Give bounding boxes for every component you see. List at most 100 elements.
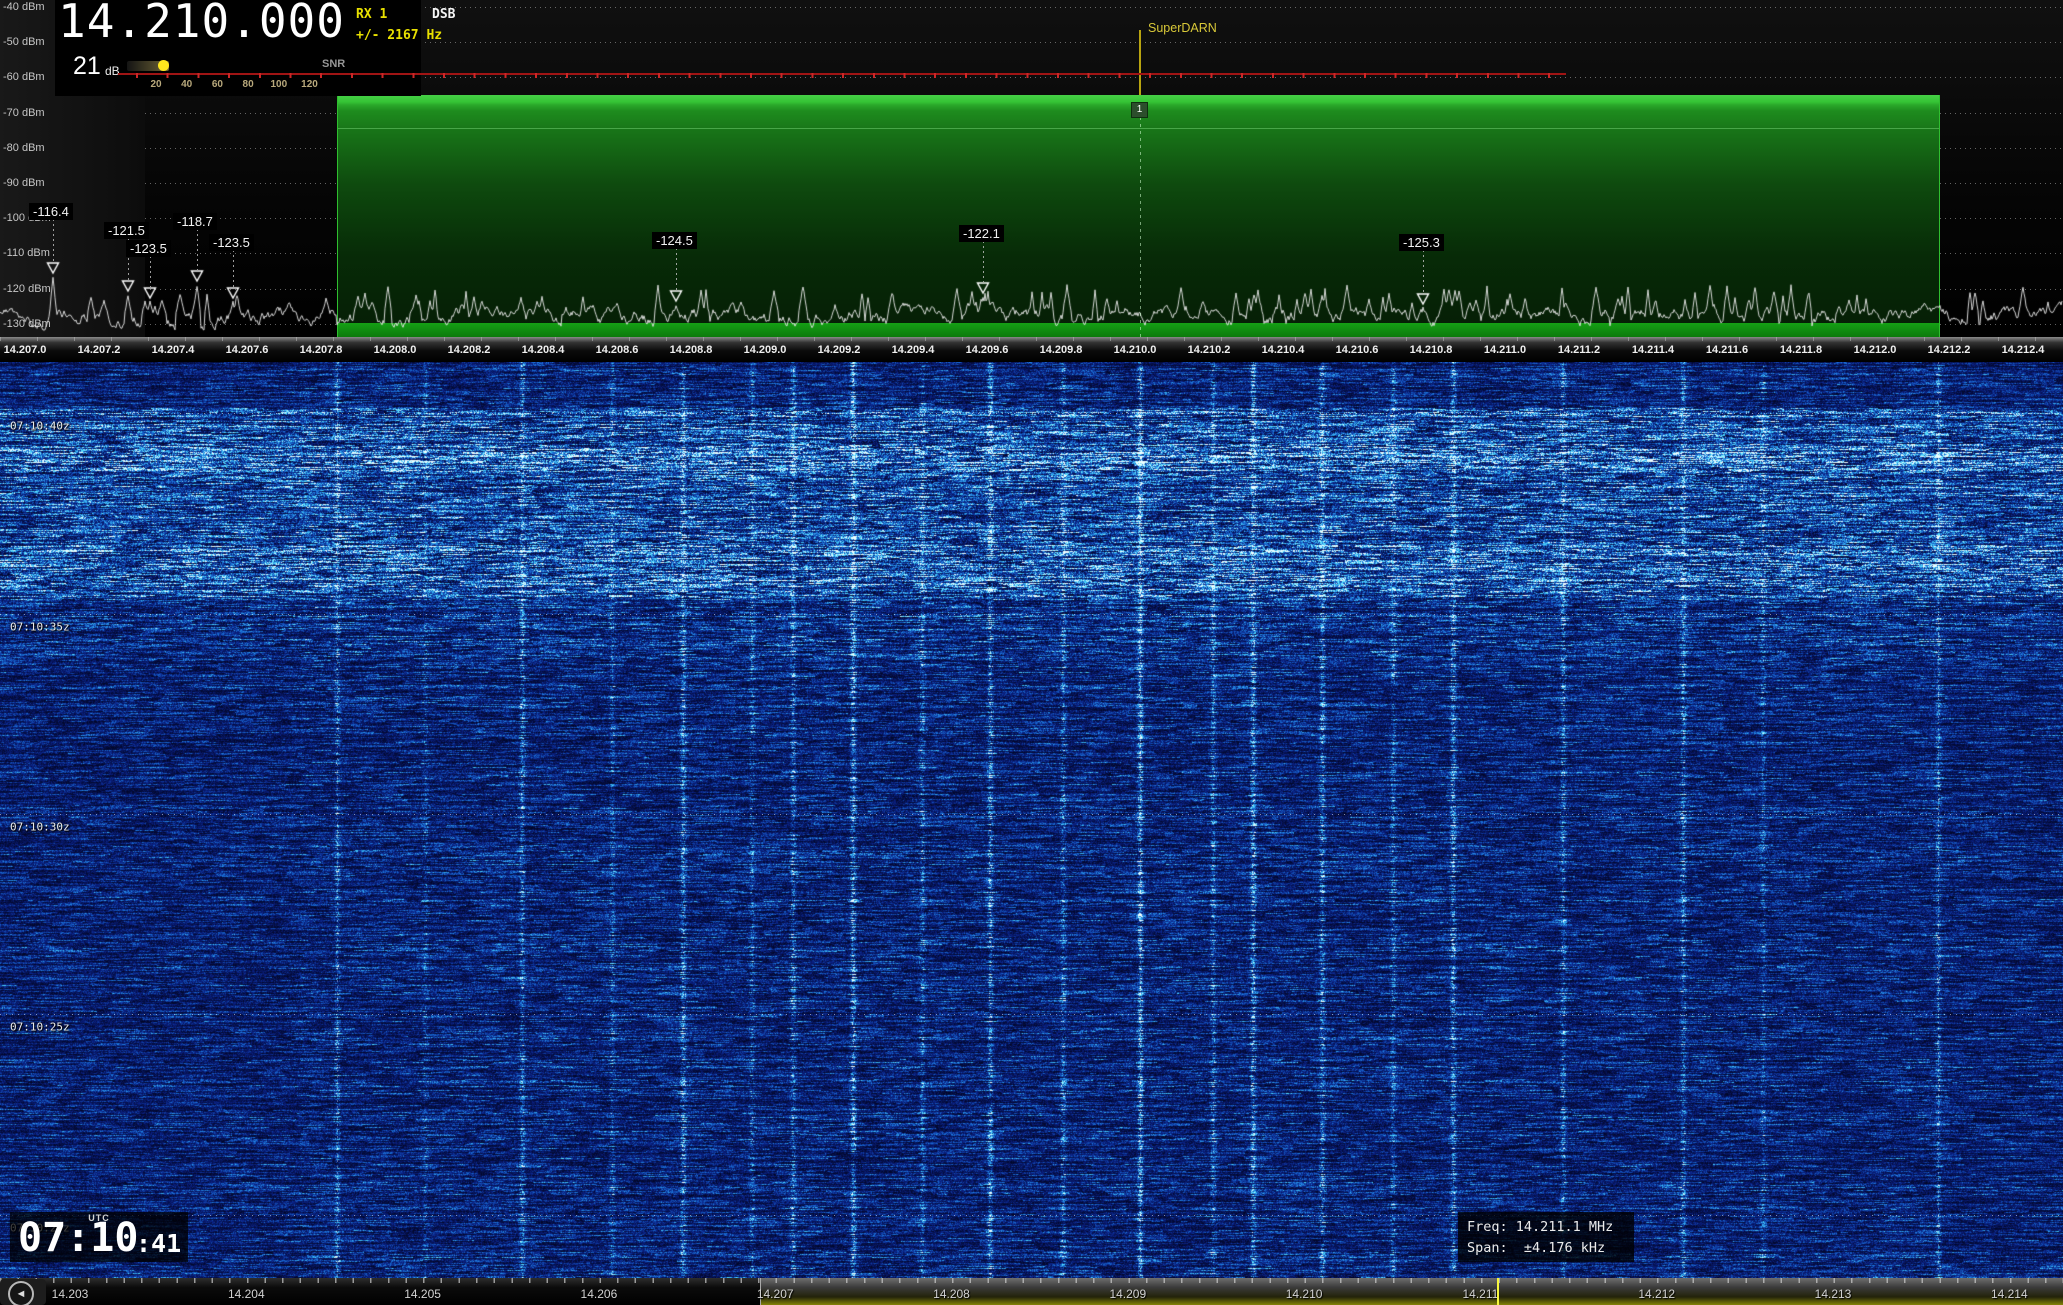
spectrum-display[interactable]: -40 dBm-50 dBm-60 dBm-70 dBm-80 dBm-90 d…	[0, 0, 2063, 337]
waterfall-time-label: 07:10:40z	[10, 420, 70, 433]
frequency-tick-label: 14.209.2	[818, 344, 861, 356]
rx-number-label[interactable]: RX 1	[356, 7, 387, 22]
band-frequency-label: 14.206	[581, 1287, 618, 1301]
frequency-tick-label: 14.212.2	[1928, 344, 1971, 356]
waterfall-dashed-vertical	[1938, 362, 1939, 1278]
snr-scale-number: 100	[269, 79, 289, 90]
peak-marker-line	[676, 248, 677, 290]
frequency-tick-label: 14.208.2	[448, 344, 491, 356]
peak-marker-line	[1423, 250, 1424, 293]
snr-scale-number: 80	[238, 79, 258, 90]
snr-label: SNR	[322, 58, 345, 70]
snr-scale-number: 20	[146, 79, 166, 90]
clock-seconds: :41	[136, 1229, 181, 1258]
frequency-tick-label: 14.208.8	[670, 344, 713, 356]
frequency-tick-label: 14.207.2	[78, 344, 121, 356]
frequency-tick-label: 14.211.6	[1706, 344, 1748, 356]
peak-value-label: -124.5	[652, 232, 697, 249]
filter-offset-label: +/- 2167 Hz	[356, 28, 442, 43]
band-frequency-label: 14.209	[1109, 1287, 1146, 1301]
band-frequency-label: 14.203	[52, 1287, 89, 1301]
frequency-return-button[interactable]: ◄	[8, 1281, 34, 1305]
frequency-tick-label: 14.209.6	[966, 344, 1009, 356]
waterfall-time-gridline	[0, 614, 2063, 615]
peak-value-label: -123.5	[126, 240, 171, 257]
peak-value-label: -121.5	[104, 222, 149, 239]
peak-marker-line	[233, 250, 234, 287]
snr-meter-ticks	[136, 73, 1566, 78]
rx-center-dashed-line	[1140, 117, 1141, 337]
peak-value-label: -123.5	[209, 234, 254, 251]
frequency-tick-label: 14.207.4	[152, 344, 195, 356]
frequency-tick-label: 14.210.4	[1262, 344, 1305, 356]
freq-span-info-box: Freq: 14.211.1 MHz Span: ±4.176 kHz	[1458, 1212, 1634, 1262]
waterfall-display[interactable]: 07:10:40z 07:10:35z 07:10:30z 07:10:25z 07:1…	[0, 362, 2063, 1278]
info-span: Span: ±4.176 kHz	[1467, 1238, 1634, 1259]
waterfall-time-gridline	[0, 413, 2063, 414]
peak-value-label: -118.7	[173, 213, 217, 230]
peak-marker-line	[53, 219, 54, 262]
peak-marker-line	[983, 241, 984, 282]
waterfall-time-gridline	[0, 1014, 2063, 1015]
frequency-tick-label: 14.207.8	[300, 344, 343, 356]
waterfall-time-label: 07:10:30z	[10, 821, 70, 834]
frequency-tick-label: 14.209.0	[744, 344, 787, 356]
superdarn-marker-label: SuperDARN	[1148, 21, 1217, 35]
waterfall-time-gridline	[0, 1215, 2063, 1216]
peak-value-label: -116.4	[29, 203, 73, 220]
gain-value: 21	[73, 52, 101, 81]
waterfall-time-label: 07:10:25z	[10, 1021, 70, 1034]
band-scale-ticks	[0, 1278, 2063, 1283]
frequency-tick-label: 14.208.4	[522, 344, 565, 356]
band-frequency-label: 14.211	[1462, 1287, 1498, 1301]
band-frequency-label: 14.213	[1815, 1287, 1852, 1301]
frequency-tick-label: 14.209.4	[892, 344, 935, 356]
band-frequency-label: 14.205	[404, 1287, 441, 1301]
frequency-tick-label: 14.208.6	[596, 344, 639, 356]
frequency-tick-label: 14.207.6	[226, 344, 269, 356]
mode-label[interactable]: DSB	[432, 7, 455, 22]
peak-marker-line	[150, 256, 151, 287]
tuned-frequency-line[interactable]	[1497, 1278, 1499, 1305]
frequency-tick-label: 14.211.8	[1780, 344, 1822, 356]
frequency-tick-label: 14.210.2	[1188, 344, 1231, 356]
clock-hours-minutes: 07:10	[18, 1216, 138, 1260]
frequency-tick-label: 14.207.0	[4, 344, 47, 356]
waterfall-time-gridline	[0, 814, 2063, 815]
band-frequency-label: 14.204	[228, 1287, 265, 1301]
peak-marker-line	[197, 229, 198, 270]
frequency-tick-label: 14.212.4	[2002, 344, 2045, 356]
band-frequency-label: 14.210	[1286, 1287, 1323, 1301]
rx1-badge[interactable]: 1	[1131, 102, 1148, 118]
peak-value-label: -122.1	[959, 225, 1004, 242]
waterfall-dashed-vertical	[1140, 362, 1141, 1278]
spectrum-frequency-scale[interactable]: 14.207.0 14.207.2 14.207.4 14.207.6 14.207.8…	[0, 337, 2063, 362]
band-frequency-label: 14.208	[933, 1287, 970, 1301]
waterfall-dashed-vertical	[337, 362, 338, 1278]
frequency-tick-label: 14.210.8	[1410, 344, 1453, 356]
frequency-tick-label: 14.211.2	[1558, 344, 1600, 356]
waterfall-texture	[0, 362, 2063, 1278]
band-frequency-label: 14.207	[757, 1287, 794, 1301]
frequency-readout[interactable]: 14.210.000	[58, 0, 345, 48]
waterfall-time-label: 07:10:35z	[10, 621, 70, 634]
snr-scale-number: 60	[207, 79, 227, 90]
frequency-tick-label: 14.212.0	[1854, 344, 1897, 356]
frequency-tick-label: 14.209.8	[1040, 344, 1083, 356]
frequency-tick-label: 14.211.4	[1632, 344, 1674, 356]
frequency-tick-label: 14.208.0	[374, 344, 417, 356]
info-frequency: Freq: 14.211.1 MHz	[1467, 1217, 1634, 1238]
band-frequency-label: 14.214	[1991, 1287, 2028, 1301]
band-overview-scale[interactable]: 14.203 14.204 14.205 14.206 14.207 14.208 14.2…	[0, 1278, 2063, 1305]
frequency-tick-label: 14.210.0	[1114, 344, 1157, 356]
snr-scale-number: 40	[177, 79, 197, 90]
frequency-tick-label: 14.211.0	[1484, 344, 1526, 356]
gain-unit: dB	[105, 64, 120, 78]
frequency-scale-ticks	[0, 337, 2063, 341]
utc-clock: UTC 07:10 :41	[10, 1212, 188, 1262]
snr-scale-number: 120	[300, 79, 320, 90]
peak-value-label: -125.3	[1399, 234, 1444, 251]
superdarn-marker-line	[1139, 30, 1141, 95]
sdr-application: -40 dBm-50 dBm-60 dBm-70 dBm-80 dBm-90 d…	[0, 0, 2063, 1305]
gain-slider-knob[interactable]	[158, 60, 169, 71]
